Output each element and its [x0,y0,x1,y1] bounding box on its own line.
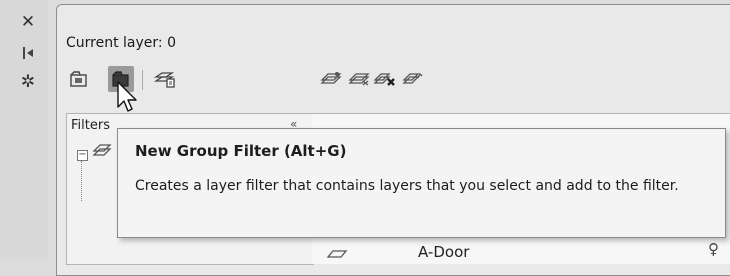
new-property-filter-button[interactable] [66,66,92,92]
set-current-icon [402,72,423,84]
layer-on-toggle-icon[interactable]: ♀ [708,240,719,258]
new-layer-vp-frozen-button[interactable] [346,66,372,92]
layer-name-cell[interactable]: A-Door [418,243,469,261]
all-layers-filter-icon [92,144,112,156]
layer-status-icon [326,244,348,263]
delete-layer-button[interactable] [372,66,398,92]
properties-glyph: ✲ [20,71,36,92]
auto-hide-icon[interactable] [18,43,38,63]
mouse-pointer-icon [117,81,137,112]
filters-header-label: Filters [71,118,110,133]
tree-collapse-toggle[interactable]: − [77,150,88,161]
set-current-button[interactable] [400,66,426,92]
tooltip-title: New Group Filter (Alt+G) [135,142,347,160]
delete-layer-icon [373,73,395,86]
tooltip: New Group Filter (Alt+G) Creates a layer… [117,128,726,238]
properties-icon[interactable]: ✲ [18,72,38,92]
new-layer-button[interactable] [318,66,344,92]
new-property-filter-icon [70,71,87,87]
new-layer-vp-frozen-icon [348,73,370,86]
layer-states-manager-icon [154,72,175,88]
layer-states-manager-button[interactable] [152,66,178,92]
close-glyph: ✕ [20,11,36,32]
new-layer-icon [320,72,342,84]
tree-connector-line [81,161,83,201]
close-icon[interactable]: ✕ [18,12,38,32]
current-layer-label: Current layer: 0 [66,35,176,51]
palette-title-strip: ✕ ✲ [0,0,48,257]
toolbar-separator [142,70,143,90]
tooltip-description: Creates a layer filter that contains lay… [135,178,679,194]
